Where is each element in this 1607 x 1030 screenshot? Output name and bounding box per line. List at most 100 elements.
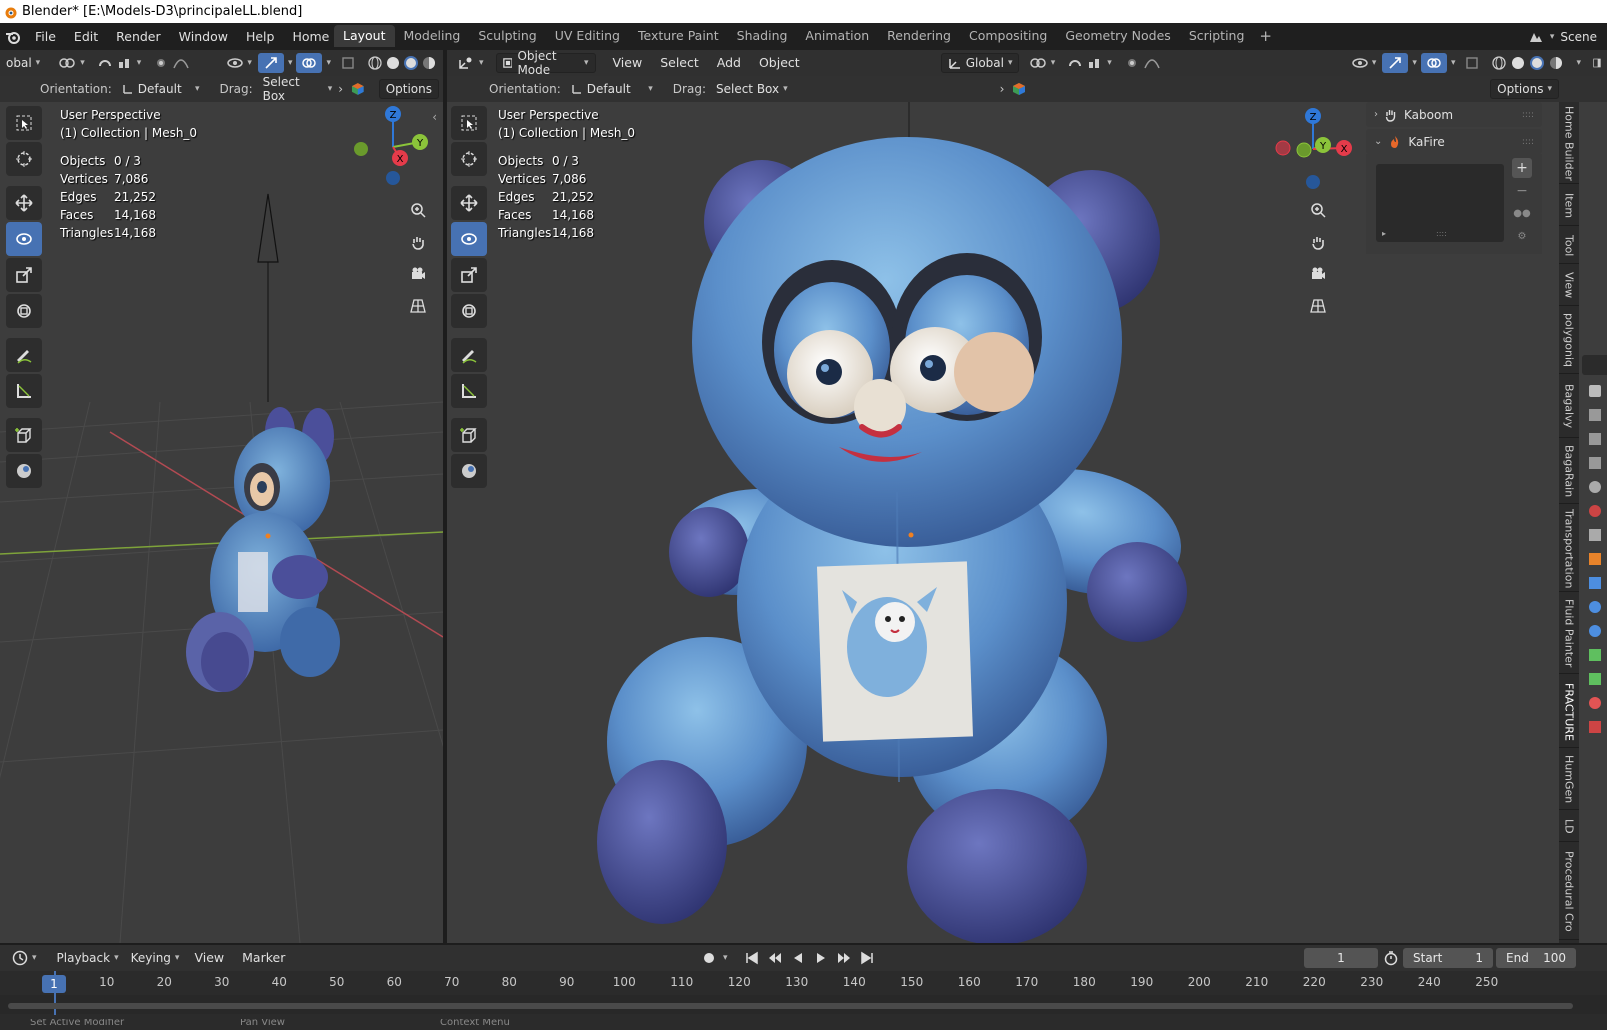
menu-file[interactable]: File <box>26 26 65 48</box>
scale-tool-icon[interactable] <box>451 258 487 292</box>
left-viewport-canvas[interactable]: User Perspective (1) Collection | Mesh_0… <box>0 102 443 943</box>
left-shading-modes[interactable] <box>361 53 443 73</box>
tab-transportation[interactable]: Transportation <box>1559 506 1579 592</box>
tab-tool[interactable]: Tool <box>1559 228 1579 264</box>
tab-item[interactable]: Item <box>1559 186 1579 226</box>
tab-fluid-painter[interactable]: Fluid Painter <box>1559 594 1579 674</box>
collection-props-icon[interactable] <box>1588 529 1601 541</box>
left-select-box-tool-icon[interactable] <box>6 106 42 140</box>
shading-modes[interactable] <box>1485 53 1570 73</box>
tab-uv-editing[interactable]: UV Editing <box>546 25 629 47</box>
output-props-icon[interactable] <box>1588 433 1601 445</box>
left-move-tool-icon[interactable] <box>6 186 42 220</box>
camera-view-icon[interactable] <box>1306 262 1330 286</box>
left-proportional-icon[interactable] <box>147 53 195 73</box>
left-camera-view-icon[interactable] <box>406 262 430 286</box>
transform-tool-icon[interactable] <box>451 294 487 328</box>
menu-window[interactable]: Window <box>170 26 237 48</box>
list-users-icon[interactable]: ●● <box>1512 204 1532 224</box>
texture-props-icon[interactable] <box>1588 721 1601 733</box>
blender-menu-icon[interactable] <box>0 23 26 50</box>
resize-grip-icon[interactable]: :::: <box>1436 229 1447 238</box>
pivot-point-icon[interactable]: ▾ <box>1023 53 1062 73</box>
kafire-list[interactable]: ▸ :::: <box>1376 164 1504 242</box>
addon-tool-icon[interactable] <box>451 454 487 488</box>
orientation-dropdown[interactable]: Default ▾ <box>565 79 659 99</box>
tab-humgen[interactable]: HumGen <box>1559 750 1579 810</box>
panel-kaboom[interactable]: › Kaboom :::: <box>1366 102 1542 127</box>
timeline-menu-view[interactable]: View <box>185 947 233 969</box>
tool-props-icon[interactable] <box>1588 385 1601 397</box>
proportional-editing-icon[interactable] <box>1118 53 1166 73</box>
move-tool-icon[interactable] <box>451 186 487 220</box>
left-navigation-gizmo[interactable]: Z Y X <box>348 102 438 192</box>
scene-props-icon[interactable] <box>1588 481 1601 493</box>
jump-start-icon[interactable] <box>743 948 761 968</box>
viewport-menu-object[interactable]: Object <box>750 52 809 74</box>
left-zoom-icon[interactable] <box>406 198 430 222</box>
panel-kafire[interactable]: ⌄ KaFire :::: <box>1366 129 1542 154</box>
left-overlay-toggle-icon[interactable] <box>296 53 323 73</box>
render-props-icon[interactable] <box>1588 409 1601 421</box>
left-measure-tool-icon[interactable] <box>6 374 42 408</box>
left-rotate-tool-icon[interactable] <box>6 222 42 256</box>
left-drag-dropdown[interactable]: Select Box ▾ <box>257 75 339 103</box>
tab-bagalvy[interactable]: Bagalvy <box>1559 376 1579 438</box>
left-options-button[interactable]: Options <box>378 79 439 99</box>
list-settings-icon[interactable]: ⚙ <box>1512 227 1532 247</box>
xray-toggle-icon[interactable] <box>1459 53 1485 73</box>
physics-props-icon[interactable] <box>1588 625 1601 637</box>
chevron-right-icon[interactable]: › <box>1000 82 1005 96</box>
options-dropdown[interactable]: Options ▾ <box>1490 79 1559 99</box>
add-cube-tool-icon[interactable] <box>451 418 487 452</box>
rotate-tool-icon[interactable] <box>451 222 487 256</box>
jump-end-icon[interactable] <box>858 948 876 968</box>
left-annotate-tool-icon[interactable] <box>6 338 42 372</box>
timeline-menu-playback[interactable]: Playback ▾ <box>51 948 125 968</box>
left-pan-icon[interactable] <box>406 230 430 254</box>
left-scale-tool-icon[interactable] <box>6 258 42 292</box>
scene-selector[interactable]: ▾ Scene <box>1518 23 1607 50</box>
timeline-menu-marker[interactable]: Marker <box>233 947 294 969</box>
drag-handle-icon[interactable]: :::: <box>1522 110 1534 120</box>
tab-fracture[interactable]: FRACTURE <box>1559 676 1579 748</box>
particles-props-icon[interactable] <box>1588 601 1601 613</box>
menu-help[interactable]: Help <box>237 26 284 48</box>
jump-keyframe-back-icon[interactable] <box>766 948 784 968</box>
play-icon[interactable] <box>812 948 830 968</box>
timeline-menu-keying[interactable]: Keying ▾ <box>125 948 186 968</box>
left-transform-tool-icon[interactable] <box>6 294 42 328</box>
left-transform-orientation[interactable]: obal ▾ <box>0 53 46 73</box>
end-frame-field[interactable]: End 100 <box>1496 948 1576 968</box>
expand-icon[interactable]: ▸ <box>1382 229 1386 238</box>
world-props-icon[interactable] <box>1588 505 1601 517</box>
transform-orientation-dropdown[interactable]: Global ▾ <box>940 53 1019 73</box>
pan-view-icon[interactable] <box>1306 230 1330 254</box>
left-collapse-arrow-icon[interactable]: ‹ <box>432 110 437 124</box>
list-add-button[interactable]: + <box>1512 158 1532 178</box>
selectability-visibility-icon[interactable]: ▾ <box>1346 53 1383 73</box>
annotate-tool-icon[interactable] <box>451 338 487 372</box>
record-icon[interactable] <box>700 948 718 968</box>
left-chevron-right-icon[interactable]: › <box>338 82 343 96</box>
left-cursor-tool-icon[interactable] <box>6 142 42 176</box>
data-props-icon[interactable] <box>1588 673 1601 685</box>
timeline-scrollbar[interactable] <box>8 1003 1573 1009</box>
add-workspace-icon[interactable]: + <box>1253 25 1278 47</box>
editor-type-selector[interactable]: ▾ <box>451 53 490 73</box>
tab-geometry-nodes[interactable]: Geometry Nodes <box>1056 25 1179 47</box>
left-3d-viewport[interactable]: obal ▾ ▾ ▾ ▾ ▾ ▾ Orientation: Default ▾ … <box>0 50 443 943</box>
zoom-view-icon[interactable] <box>1306 198 1330 222</box>
tab-texture-paint[interactable]: Texture Paint <box>629 25 728 47</box>
menu-render[interactable]: Render <box>107 26 170 48</box>
tab-scripting[interactable]: Scripting <box>1180 25 1254 47</box>
left-addon-tool-icon[interactable] <box>6 454 42 488</box>
tab-ld[interactable]: LD <box>1559 812 1579 842</box>
modifier-props-icon[interactable] <box>1588 577 1601 589</box>
viewport-menu-select[interactable]: Select <box>651 52 708 74</box>
left-add-cube-tool-icon[interactable] <box>6 418 42 452</box>
material-props-icon[interactable] <box>1588 697 1601 709</box>
tab-sculpting[interactable]: Sculpting <box>469 25 545 47</box>
left-xray-icon[interactable] <box>335 53 361 73</box>
tab-home-builder[interactable]: Home Builder <box>1559 104 1579 184</box>
